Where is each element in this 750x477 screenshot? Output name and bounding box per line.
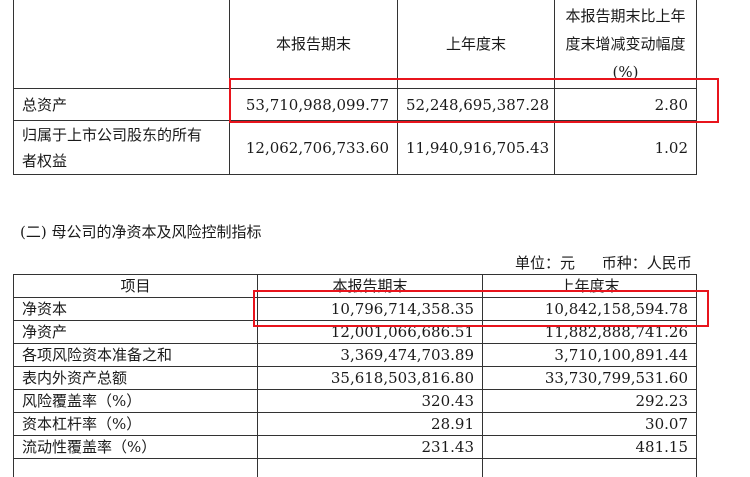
table-row: 总资产 53,710,988,099.77 52,248,695,387.28 … bbox=[13, 88, 697, 121]
prior-value: 11,940,916,705.43 bbox=[397, 120, 555, 175]
row-label: 总资产 bbox=[13, 88, 230, 121]
current-value: 35,618,503,816.80 bbox=[257, 366, 483, 390]
row-label: 归属于上市公司股东的所有 者权益 bbox=[13, 120, 230, 175]
row-label: 净资产 bbox=[13, 320, 258, 344]
row-label: 风险覆盖率（%） bbox=[13, 389, 258, 413]
prior-value: 481.15 bbox=[482, 435, 697, 459]
header-current-period: 本报告期末 bbox=[229, 0, 398, 89]
current-value: 10,796,714,358.35 bbox=[257, 297, 483, 321]
table-row: 各项风险资本准备之和 3,369,474,703.89 3,710,100,89… bbox=[13, 343, 697, 367]
net-capital-risk-table: 项目 本报告期末 上年度末 净资本 10,796,714,358.35 10,8… bbox=[13, 274, 697, 477]
unit-label: 单位：元 bbox=[515, 254, 576, 272]
table-row: 净资本 10,796,714,358.35 10,842,158,594.78 bbox=[13, 297, 697, 321]
current-value: 53,710,988,099.77 bbox=[229, 88, 398, 121]
current-value: 3,369,474,703.89 bbox=[257, 343, 483, 367]
header-prior-year: 上年度末 bbox=[397, 0, 555, 89]
prior-value: 10,842,158,594.78 bbox=[482, 297, 697, 321]
header-current-period: 本报告期末 bbox=[257, 274, 483, 298]
table-header-row: 本报告期末 上年度末 本报告期末比上年 度末增减变动幅度 (%) bbox=[13, 0, 697, 89]
prior-value: 11,882,888,741.26 bbox=[482, 320, 697, 344]
table-row: 表内外资产总额 35,618,503,816.80 33,730,799,531… bbox=[13, 366, 697, 390]
prior-value: 3,710,100,891.44 bbox=[482, 343, 697, 367]
row-label: 流动性覆盖率（%） bbox=[13, 435, 258, 459]
prior-value: 52,248,695,387.28 bbox=[397, 88, 555, 121]
table-row-cut-off bbox=[13, 458, 697, 477]
table-row: 归属于上市公司股东的所有 者权益 12,062,706,733.60 11,94… bbox=[13, 120, 697, 175]
current-value: 231.43 bbox=[257, 435, 483, 459]
header-change-pct: 本报告期末比上年 度末增减变动幅度 (%) bbox=[554, 0, 697, 89]
change-value: 1.02 bbox=[554, 120, 697, 175]
header-prior-year: 上年度末 bbox=[482, 274, 697, 298]
row-label: 表内外资产总额 bbox=[13, 366, 258, 390]
assets-equity-table: 本报告期末 上年度末 本报告期末比上年 度末增减变动幅度 (%) 总资产 53,… bbox=[13, 0, 697, 175]
current-value: 12,062,706,733.60 bbox=[229, 120, 398, 175]
header-item: 项目 bbox=[13, 274, 258, 298]
table-row: 资本杠杆率（%） 28.91 30.07 bbox=[13, 412, 697, 436]
row-label: 净资本 bbox=[13, 297, 258, 321]
current-value: 28.91 bbox=[257, 412, 483, 436]
row-label: 资本杠杆率（%） bbox=[13, 412, 258, 436]
row-label: 各项风险资本准备之和 bbox=[13, 343, 258, 367]
header-blank bbox=[13, 0, 230, 89]
change-value: 2.80 bbox=[554, 88, 697, 121]
unit-line: 单位：元 币种：人民币 bbox=[515, 252, 692, 273]
table-row: 净资产 12,001,066,686.51 11,882,888,741.26 bbox=[13, 320, 697, 344]
prior-value: 292.23 bbox=[482, 389, 697, 413]
prior-value: 33,730,799,531.60 bbox=[482, 366, 697, 390]
section-title: (二) 母公司的净资本及风险控制指标 bbox=[20, 223, 262, 241]
table-row: 流动性覆盖率（%） 231.43 481.15 bbox=[13, 435, 697, 459]
current-value: 12,001,066,686.51 bbox=[257, 320, 483, 344]
currency-label: 币种：人民币 bbox=[601, 254, 692, 272]
current-value: 320.43 bbox=[257, 389, 483, 413]
table-row: 风险覆盖率（%） 320.43 292.23 bbox=[13, 389, 697, 413]
prior-value: 30.07 bbox=[482, 412, 697, 436]
table-header-row: 项目 本报告期末 上年度末 bbox=[13, 274, 697, 298]
